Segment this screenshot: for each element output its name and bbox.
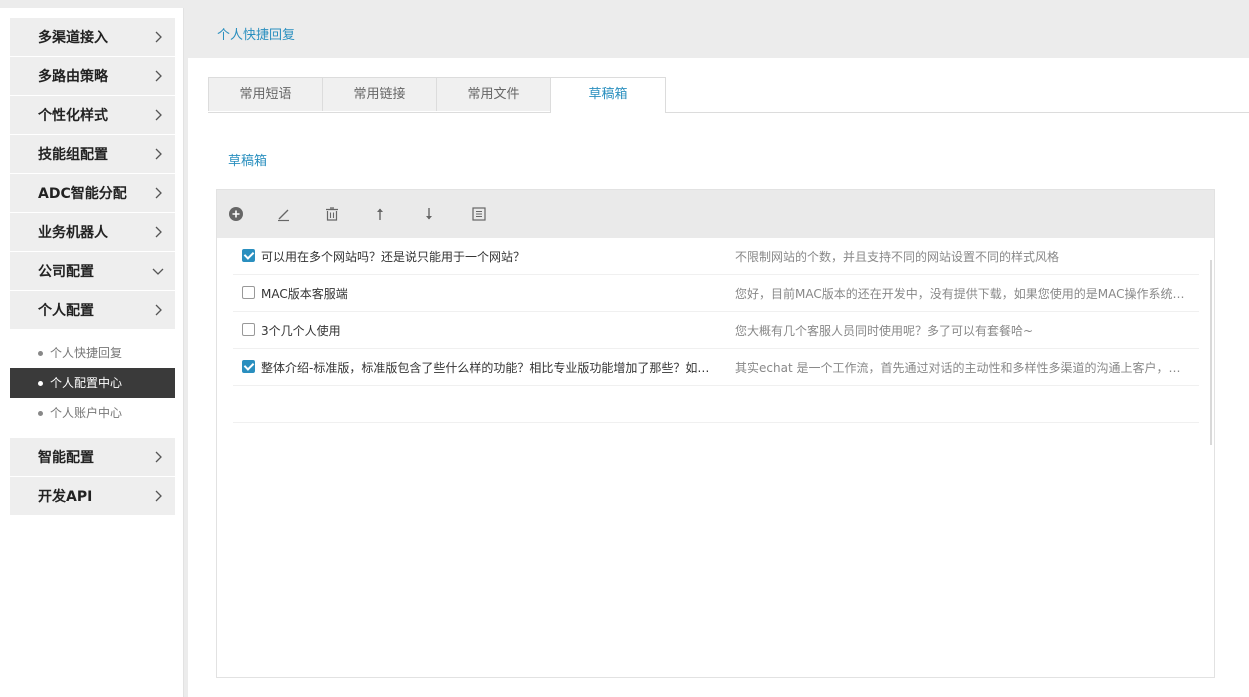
bullet-icon: [38, 351, 43, 356]
sidebar-item-label: 多路由策略: [38, 66, 108, 86]
row-question: MAC版本客服端: [261, 285, 721, 302]
row-checkbox[interactable]: [242, 360, 255, 373]
sidebar-item-style[interactable]: 个性化样式: [10, 96, 175, 135]
sidebar-item-personal[interactable]: 个人配置: [10, 291, 175, 330]
page-title: 个人快捷回复: [217, 24, 295, 43]
row-checkbox[interactable]: [242, 323, 255, 336]
bullet-icon: [38, 411, 43, 416]
row-answer: 不限制网站的个数，并且支持不同的网站设置不同的样式风格: [735, 248, 1191, 265]
sidebar: 多渠道接入 多路由策略 个性化样式 技能组配置 ADC智能分配 业务机器人: [0, 8, 184, 697]
sidebar-item-label: 个性化样式: [38, 105, 108, 125]
bullet-icon: [38, 381, 43, 386]
list-item[interactable]: 3个几个人使用 您大概有几个客服人员同时使用呢？多了可以有套餐哈~: [233, 312, 1199, 349]
tab-phrases[interactable]: 常用短语: [208, 77, 323, 111]
chevron-right-icon: [151, 303, 165, 317]
sidebar-item-label: 业务机器人: [38, 222, 108, 242]
tab-links[interactable]: 常用链接: [322, 77, 437, 111]
delete-icon[interactable]: [323, 205, 341, 223]
sidebar-item-adc[interactable]: ADC智能分配: [10, 174, 175, 213]
list-item[interactable]: MAC版本客服端 您好，目前MAC版本的还在开发中，没有提供下载，如果您使用的是…: [233, 275, 1199, 312]
sidebar-item-company[interactable]: 公司配置: [10, 252, 175, 291]
tab-files[interactable]: 常用文件: [436, 77, 551, 111]
chevron-right-icon: [151, 147, 165, 161]
chevron-right-icon: [151, 225, 165, 239]
row-question: 可以用在多个网站吗？还是说只能用于一个网站？: [261, 248, 721, 265]
sidebar-item-multichannel[interactable]: 多渠道接入: [10, 18, 175, 57]
chevron-right-icon: [151, 489, 165, 503]
list-scrollbar[interactable]: [1210, 260, 1212, 445]
chevron-right-icon: [151, 186, 165, 200]
sidebar-item-routing[interactable]: 多路由策略: [10, 57, 175, 96]
draft-list: 可以用在多个网站吗？还是说只能用于一个网站？ 不限制网站的个数，并且支持不同的网…: [233, 238, 1199, 423]
row-answer: 您好，目前MAC版本的还在开发中，没有提供下载，如果您使用的是MAC操作系统的.…: [735, 285, 1191, 302]
toolbar: [217, 190, 1214, 238]
sidebar-subitem-config-center[interactable]: 个人配置中心: [10, 368, 175, 398]
sidebar-subitem-account-center[interactable]: 个人账户中心: [10, 398, 175, 428]
row-answer: 其实echat 是一个工作流，首先通过对话的主动性和多样性多渠道的沟通上客户，然…: [735, 359, 1191, 376]
main-content: 个人快捷回复 常用短语 常用链接 常用文件 草稿箱 草稿箱: [188, 8, 1249, 697]
app-window: 多渠道接入 多路由策略 个性化样式 技能组配置 ADC智能分配 业务机器人: [0, 0, 1249, 697]
row-question: 整体介绍-标准版，标准版包含了些什么样的功能？相比专业版功能增加了那些？如何做.…: [261, 359, 721, 376]
sidebar-item-label: 个人配置: [38, 300, 94, 320]
sidebar-subitem-label: 个人快捷回复: [38, 346, 122, 360]
sidebar-item-skill-group[interactable]: 技能组配置: [10, 135, 175, 174]
list-item-empty: [233, 386, 1199, 423]
list-item[interactable]: 可以用在多个网站吗？还是说只能用于一个网站？ 不限制网站的个数，并且支持不同的网…: [233, 238, 1199, 275]
row-answer: 您大概有几个客服人员同时使用呢？多了可以有套餐哈~: [735, 322, 1191, 339]
chevron-right-icon: [151, 30, 165, 44]
edit-icon[interactable]: [275, 205, 293, 223]
sidebar-item-label: 公司配置: [38, 261, 94, 281]
list-icon[interactable]: [470, 205, 488, 223]
list-item[interactable]: 整体介绍-标准版，标准版包含了些什么样的功能？相比专业版功能增加了那些？如何做.…: [233, 349, 1199, 386]
chevron-down-icon: [151, 264, 165, 278]
sidebar-item-label: ADC智能分配: [38, 183, 127, 203]
sidebar-item-label: 开发API: [38, 486, 92, 506]
move-down-icon[interactable]: [420, 205, 438, 223]
sidebar-submenu: 个人快捷回复 个人配置中心 个人账户中心: [10, 330, 175, 438]
tab-bar: 常用短语 常用链接 常用文件 草稿箱: [208, 77, 1249, 113]
sidebar-subitem-quick-reply[interactable]: 个人快捷回复: [10, 338, 175, 368]
chevron-right-icon: [151, 450, 165, 464]
row-question: 3个几个人使用: [261, 322, 721, 339]
sidebar-item-label: 技能组配置: [38, 144, 108, 164]
row-checkbox[interactable]: [242, 249, 255, 262]
row-checkbox[interactable]: [242, 286, 255, 299]
sidebar-subitem-label: 个人配置中心: [38, 376, 122, 390]
sidebar-menu: 多渠道接入 多路由策略 个性化样式 技能组配置 ADC智能分配 业务机器人: [10, 18, 175, 516]
sidebar-item-label: 智能配置: [38, 447, 94, 467]
drafts-panel: 可以用在多个网站吗？还是说只能用于一个网站？ 不限制网站的个数，并且支持不同的网…: [216, 189, 1215, 678]
tab-drafts[interactable]: 草稿箱: [550, 77, 666, 113]
header-bar: 个人快捷回复: [188, 8, 1249, 58]
section-title: 草稿箱: [228, 150, 267, 169]
sidebar-item-dev-api[interactable]: 开发API: [10, 477, 175, 516]
add-icon[interactable]: [227, 205, 245, 223]
move-up-icon[interactable]: [371, 205, 389, 223]
chevron-right-icon: [151, 69, 165, 83]
sidebar-item-smart-config[interactable]: 智能配置: [10, 438, 175, 477]
sidebar-item-label: 多渠道接入: [38, 27, 108, 47]
chevron-right-icon: [151, 108, 165, 122]
sidebar-item-bot[interactable]: 业务机器人: [10, 213, 175, 252]
sidebar-subitem-label: 个人账户中心: [38, 406, 122, 420]
